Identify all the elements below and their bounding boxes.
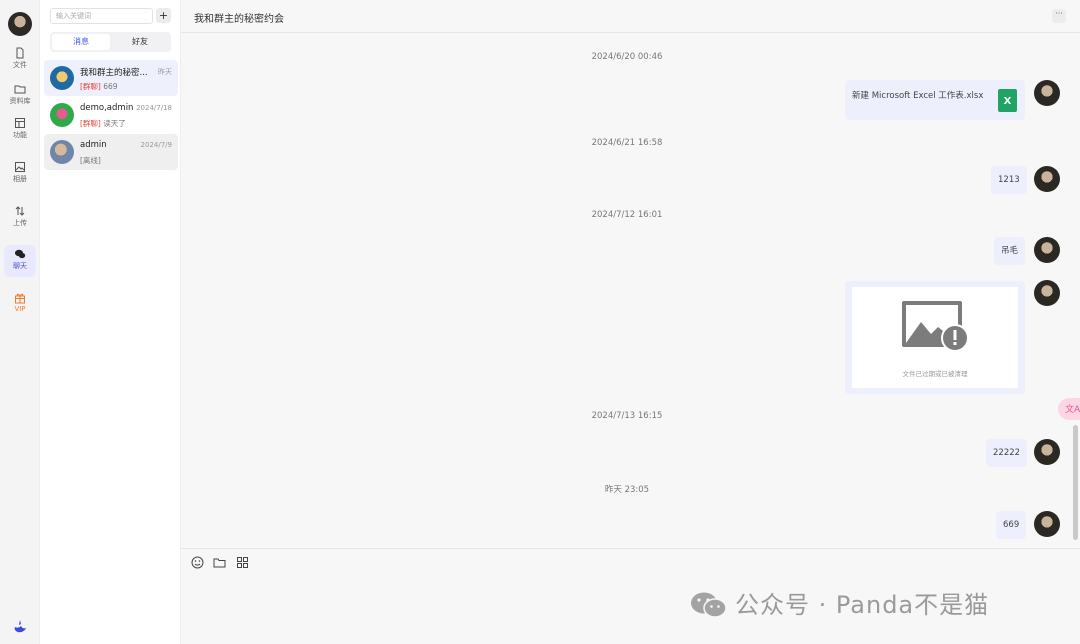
user-avatar[interactable] [8,12,32,36]
nav-rail: 文件 资料库 功能 相册 上传 聊天 VIP [0,0,40,644]
file-name: 新建 Microsoft Excel 工作表.xlsx [852,91,984,101]
conversation-item[interactable]: admin 2024/7/9 [离线] [44,134,178,170]
layout-icon [15,118,25,128]
conversation-preview: [离线] [80,155,101,166]
avatar [50,103,74,127]
chat-title: 我和群主的秘密约会 [194,14,284,25]
timestamp: 昨天 23:05 [604,485,650,495]
image-icon [15,162,25,172]
nav-chat-label: 聊天 [13,262,27,270]
nav-file-label: 文件 [13,61,27,69]
nav-library[interactable]: 资料库 [4,80,36,112]
sender-avatar[interactable] [1034,80,1060,106]
group-tag: [群聊] [80,82,101,91]
nav-chat[interactable]: 聊天 [4,245,36,277]
add-button[interactable]: + [156,8,171,23]
nav-vip[interactable]: VIP [4,289,36,321]
sender-avatar[interactable] [1034,511,1060,537]
conversation-item[interactable]: 我和群主的秘密... 昨天 [群聊] 669 [44,60,178,96]
folder-icon[interactable] [213,556,226,569]
conversation-preview: [群聊] 读天了 [80,118,126,129]
app-window: 文件 资料库 功能 相册 上传 聊天 VIP 输入关键词 + 消息 好友 我和群… [0,0,1080,644]
chat-icon [15,249,26,259]
group-tag: [群聊] [80,119,101,128]
tab-messages[interactable]: 消息 [52,34,110,50]
composer[interactable]: 公众号 · Panda不是猫 [181,548,1080,644]
nav-function-label: 功能 [13,131,27,139]
app-logo-icon [14,620,26,633]
text-message: 吊毛 [994,237,1026,265]
timestamp: 2024/6/20 00:46 [591,52,663,62]
search-input[interactable]: 输入关键词 [50,8,153,24]
folder-icon [14,85,26,94]
chat-header: 我和群主的秘密约会 ··· [181,0,1080,33]
conversation-name: 我和群主的秘密... [80,68,148,78]
sender-avatar[interactable] [1034,280,1060,306]
nav-function[interactable]: 功能 [4,114,36,146]
avatar [50,140,74,164]
conversation-time: 2024/7/9 [140,141,172,149]
avatar [50,66,74,90]
nav-album-label: 相册 [13,175,27,183]
translate-icon: 文A [1065,405,1080,415]
apps-icon[interactable] [236,556,249,569]
preview-text: 读天了 [100,119,126,128]
tab-bar: 消息 好友 [50,32,171,52]
excel-file-icon: X [998,89,1017,112]
translate-float-button[interactable]: 文A [1058,398,1080,420]
conversation-preview: [群聊] 669 [80,81,118,92]
text-message: 669 [996,511,1027,539]
preview-text: [离线] [80,156,101,165]
tab-friends[interactable]: 好友 [111,34,169,50]
file-message[interactable]: 新建 Microsoft Excel 工作表.xlsx X [845,80,1025,120]
nav-vip-label: VIP [14,305,26,313]
nav-upload[interactable]: 上传 [4,202,36,234]
conversation-panel: 输入关键词 + 消息 好友 我和群主的秘密... 昨天 [群聊] 669 dem… [40,0,181,644]
expired-image: 文件已过期或已被清理 [852,287,1018,388]
watermark: 公众号 · Panda不是猫 [689,585,989,620]
message-list: 2024/6/20 00:46 新建 Microsoft Excel 工作表.x… [181,33,1080,548]
nav-file[interactable]: 文件 [4,44,36,76]
image-message[interactable]: 文件已过期或已被清理 [845,281,1025,394]
file-icon [16,47,24,59]
nav-library-label: 资料库 [9,97,31,105]
timestamp: 2024/7/13 16:15 [591,411,663,421]
nav-album[interactable]: 相册 [4,158,36,190]
broken-image-icon [902,301,969,352]
conversation-time: 2024/7/18 [136,104,172,112]
timestamp: 2024/7/12 16:01 [591,210,663,220]
conversation-item[interactable]: demo,admin 2024/7/18 [群聊] 读天了 [44,97,178,133]
transfer-icon [15,206,25,216]
emoji-icon[interactable] [191,556,204,569]
nav-upload-label: 上传 [13,219,27,227]
conversation-time: 昨天 [158,68,172,76]
text-message: 22222 [986,439,1028,467]
sender-avatar[interactable] [1034,237,1060,263]
text-message: 1213 [991,166,1027,194]
message-scrollbar[interactable] [1073,425,1078,540]
timestamp: 2024/6/21 16:58 [591,138,663,148]
image-caption: 文件已过期或已被清理 [902,370,968,378]
watermark-text: 公众号 · Panda不是猫 [735,591,990,619]
sender-avatar[interactable] [1034,166,1060,192]
preview-text: 669 [100,82,118,91]
gift-icon [15,293,25,304]
wechat-icon [691,592,727,618]
search-placeholder: 输入关键词 [56,12,91,20]
more-button[interactable]: ··· [1052,9,1066,23]
sender-avatar[interactable] [1034,439,1060,465]
